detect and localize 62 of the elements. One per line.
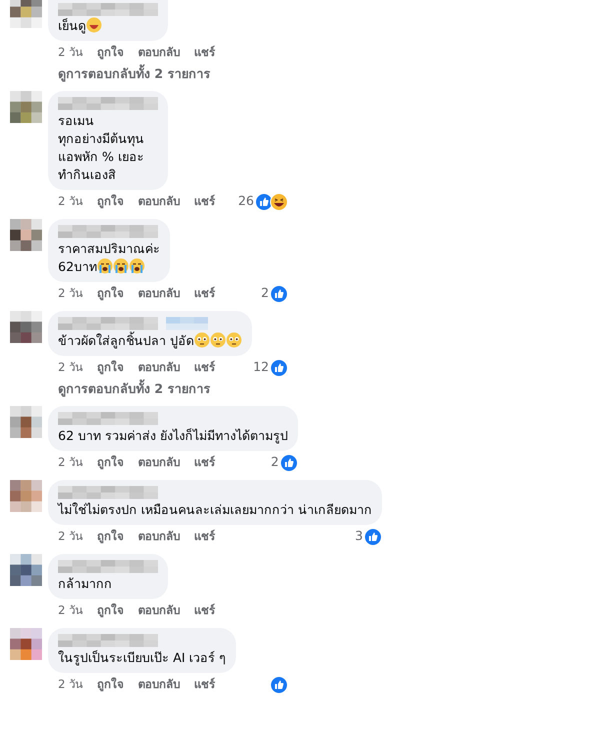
comment-time[interactable]: 2 วัน: [58, 285, 83, 302]
comment-time[interactable]: 2 วัน: [58, 454, 83, 472]
reaction-count[interactable]: 3: [355, 527, 363, 546]
avatar-icon[interactable]: [10, 90, 42, 123]
comment-action-link[interactable]: ถูกใจ: [96, 528, 124, 546]
comment-action-link[interactable]: ตอบกลับ: [138, 528, 180, 546]
avatar-icon[interactable]: [10, 628, 42, 660]
comment-action-link[interactable]: ตอบกลับ: [138, 602, 180, 620]
comment-text: กล้ามากก: [58, 574, 113, 592]
avatar-icon[interactable]: [10, 310, 42, 343]
comment-time[interactable]: 2 วัน: [58, 359, 83, 376]
avatar-icon[interactable]: [10, 406, 42, 438]
reaction-count[interactable]: 26: [238, 192, 254, 212]
like-reaction-icon[interactable]: [270, 358, 288, 377]
avatar-icon[interactable]: [10, 480, 42, 512]
comment-action-link[interactable]: แชร์: [194, 676, 215, 694]
comment-action-link[interactable]: ถูกใจ: [96, 193, 124, 210]
comment-action-link[interactable]: ถูกใจ: [96, 44, 124, 62]
comment-action-link[interactable]: แชร์: [194, 44, 215, 62]
comment-time[interactable]: 2 วัน: [58, 44, 83, 62]
comment-action-link[interactable]: ถูกใจ: [96, 285, 124, 302]
comment-action-link[interactable]: ตอบกลับ: [138, 193, 180, 210]
avatar-icon[interactable]: [10, 218, 42, 251]
like-reaction-icon[interactable]: [270, 676, 288, 694]
reaction-count[interactable]: 12: [253, 358, 269, 378]
reaction-count[interactable]: 2: [270, 453, 279, 472]
comment-time[interactable]: 2 วัน: [58, 528, 83, 546]
reaction-count[interactable]: 2: [261, 284, 269, 304]
comment-time[interactable]: 2 วัน: [58, 193, 83, 210]
comment-action-link[interactable]: แชร์: [194, 528, 215, 546]
comment-text: 62 บาท รวมค่าส่ง ยังไงก็ไม่มีทางได้ตามรูป: [58, 426, 288, 444]
like-reaction-icon[interactable]: [280, 454, 298, 472]
comment-action-link[interactable]: ตอบกลับ: [138, 454, 180, 472]
like-reaction-icon[interactable]: [270, 284, 288, 303]
comment-action-link[interactable]: แชร์: [194, 454, 215, 472]
like-reaction-icon[interactable]: [364, 528, 382, 546]
comment-action-link[interactable]: ตอบกลับ: [138, 44, 180, 62]
comment-action-link[interactable]: ถูกใจ: [96, 454, 124, 472]
comment-time[interactable]: 2 วัน: [58, 676, 83, 694]
comment-action-link[interactable]: ถูกใจ: [96, 676, 124, 694]
comment-action-link[interactable]: ตอบกลับ: [138, 285, 180, 302]
comment-action-link[interactable]: แชร์: [194, 359, 215, 376]
comment-action-link[interactable]: แชร์: [194, 285, 215, 302]
blurred-badge: [166, 317, 208, 330]
comment-action-link[interactable]: ตอบกลับ: [138, 359, 180, 376]
comment-text: เย็นดู: [58, 17, 158, 35]
comment-text: ราคาสมปริมาณค่ะ 62บาท: [58, 240, 160, 276]
comment-action-link[interactable]: ถูกใจ: [96, 602, 124, 620]
comment-text: ไม่ใช่ไม่ตรงปก เหมือนคนละเล่มเลยมากกว่า น่าเกลียดมาก: [58, 500, 372, 518]
comment-text: ในรูปเป็นระเบียบเป๊ะ AI เวอร์ ๆ: [58, 648, 226, 666]
view-replies-link[interactable]: ดูการตอบกลับทั้ง 2 รายการ: [58, 380, 210, 398]
comment-text: ข้าวผัดใส่ลูกชิ้นปลา ปูอัด: [58, 332, 242, 350]
comment-action-link[interactable]: ถูกใจ: [96, 359, 124, 376]
avatar-icon[interactable]: [10, 0, 42, 28]
laughing-reaction-icon[interactable]: [270, 192, 288, 211]
comment-text: รอเมน ทุกอย่างมีต้นทุน แอพหัก % เยอะ ทำกินเองสิ: [58, 112, 145, 184]
avatar-icon[interactable]: [10, 554, 42, 586]
comment-time[interactable]: 2 วัน: [58, 602, 83, 620]
view-replies-link[interactable]: ดูการตอบกลับทั้ง 2 รายการ: [58, 65, 210, 84]
comment-action-link[interactable]: แชร์: [194, 602, 215, 620]
comment-action-link[interactable]: แชร์: [194, 193, 215, 210]
comment-action-link[interactable]: ตอบกลับ: [138, 676, 180, 694]
